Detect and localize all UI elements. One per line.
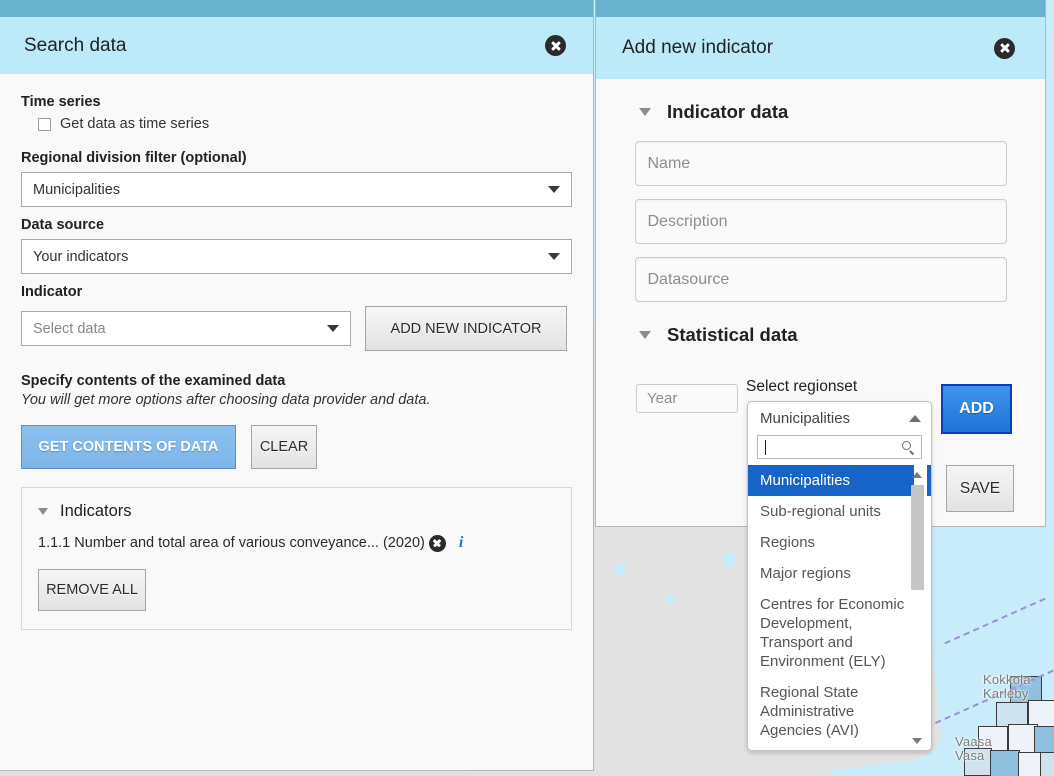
scrollbar-thumb[interactable]: [911, 485, 924, 590]
panel-top-strip: [596, 0, 1045, 17]
indicator-label: Indicator: [21, 284, 83, 300]
map-municipality: [990, 750, 1020, 776]
scroll-down-icon[interactable]: [908, 732, 925, 749]
close-icon[interactable]: [545, 35, 566, 56]
panel-top-strip: [0, 0, 593, 17]
list-item[interactable]: Sub-regional units: [748, 496, 931, 527]
list-item[interactable]: Regions: [748, 527, 931, 558]
name-field[interactable]: Name: [634, 141, 1007, 186]
select-regionset-label: Select regionset: [746, 378, 858, 395]
close-circle-icon[interactable]: [428, 534, 446, 552]
search-icon: [902, 440, 915, 454]
specify-contents-subtitle: You will get more options after choosing…: [21, 392, 431, 408]
page-title: Search data: [24, 34, 127, 56]
add-indicator-header: Add new indicator: [596, 17, 1045, 79]
list-item[interactable]: Centres for Economic Development, Transp…: [748, 589, 931, 677]
dropdown-scrollbar[interactable]: [911, 465, 927, 750]
indicators-collapse-header[interactable]: Indicators: [38, 502, 555, 521]
indicator-select[interactable]: Select data: [21, 311, 351, 346]
info-icon[interactable]: i: [459, 534, 463, 552]
regional-filter-value: Municipalities: [33, 181, 121, 198]
save-button[interactable]: SAVE: [946, 465, 1014, 512]
chevron-down-icon: [327, 325, 339, 332]
regionset-selected-value: Municipalities: [760, 410, 851, 427]
add-button[interactable]: ADD: [941, 384, 1012, 434]
add-indicator-title: Add new indicator: [622, 37, 774, 58]
statistical-data-title: Statistical data: [667, 324, 798, 345]
add-new-indicator-button[interactable]: ADD NEW INDICATOR: [365, 306, 567, 351]
regionset-dropdown[interactable]: Municipalities Municipalities Sub-region…: [747, 401, 932, 751]
scroll-up-icon[interactable]: [908, 466, 925, 483]
map-municipality: [1034, 726, 1054, 754]
search-data-panel: Search data Time series Get data as time…: [0, 0, 594, 771]
triangle-down-icon: [639, 331, 651, 339]
indicator-data-section-header[interactable]: Indicator data: [639, 101, 1045, 123]
chevron-down-icon: [548, 186, 560, 193]
triangle-down-icon: [639, 108, 651, 116]
indicator-value: Select data: [33, 320, 106, 337]
close-icon[interactable]: [994, 37, 1015, 59]
time-series-label: Time series: [21, 94, 101, 110]
data-source-value: Your indicators: [33, 248, 129, 265]
time-series-checkbox-label: Get data as time series: [60, 116, 210, 132]
map-municipality: [1040, 752, 1054, 776]
indicators-title: Indicators: [60, 502, 132, 520]
text-cursor: [765, 439, 766, 455]
map-municipality: [964, 748, 992, 776]
regional-filter-label: Regional division filter (optional): [21, 150, 247, 166]
list-item[interactable]: Regional State Administrative Agencies (…: [748, 677, 931, 746]
search-data-body: Time series Get data as time series Regi…: [0, 74, 593, 630]
list-item: 1.1.1 Number and total area of various c…: [38, 534, 555, 552]
list-item[interactable]: Municipalities: [748, 465, 931, 496]
indicators-box: Indicators 1.1.1 Number and total area o…: [21, 487, 572, 630]
list-item[interactable]: Major regions: [748, 558, 931, 589]
search-data-header: Search data: [0, 17, 593, 74]
statistical-data-section-header[interactable]: Statistical data: [639, 324, 1045, 346]
data-source-select[interactable]: Your indicators: [21, 239, 572, 274]
clear-button[interactable]: CLEAR: [251, 425, 317, 469]
description-field[interactable]: Description: [634, 199, 1007, 244]
regionset-option-list[interactable]: Municipalities Sub-regional units Region…: [748, 465, 931, 750]
regionset-dropdown-toggle[interactable]: Municipalities: [748, 402, 931, 435]
indicator-item-text: 1.1.1 Number and total area of various c…: [38, 535, 425, 551]
time-series-checkbox[interactable]: [38, 117, 51, 131]
chevron-up-icon: [909, 415, 921, 422]
regionset-search-wrapper: [748, 435, 931, 465]
datasource-field[interactable]: Datasource: [634, 257, 1007, 302]
get-contents-of-data-button[interactable]: GET CONTENTS OF DATA: [21, 425, 236, 469]
year-field[interactable]: Year: [636, 384, 738, 413]
specify-contents-title: Specify contents of the examined data: [21, 373, 286, 389]
triangle-down-icon: [38, 508, 48, 515]
remove-all-button[interactable]: REMOVE ALL: [38, 569, 146, 611]
data-source-label: Data source: [21, 217, 105, 233]
search-input[interactable]: [757, 435, 922, 459]
regional-filter-select[interactable]: Municipalities: [21, 172, 572, 207]
time-series-checkbox-row[interactable]: Get data as time series: [38, 116, 572, 132]
indicator-data-title: Indicator data: [667, 101, 789, 122]
chevron-down-icon: [548, 253, 560, 260]
